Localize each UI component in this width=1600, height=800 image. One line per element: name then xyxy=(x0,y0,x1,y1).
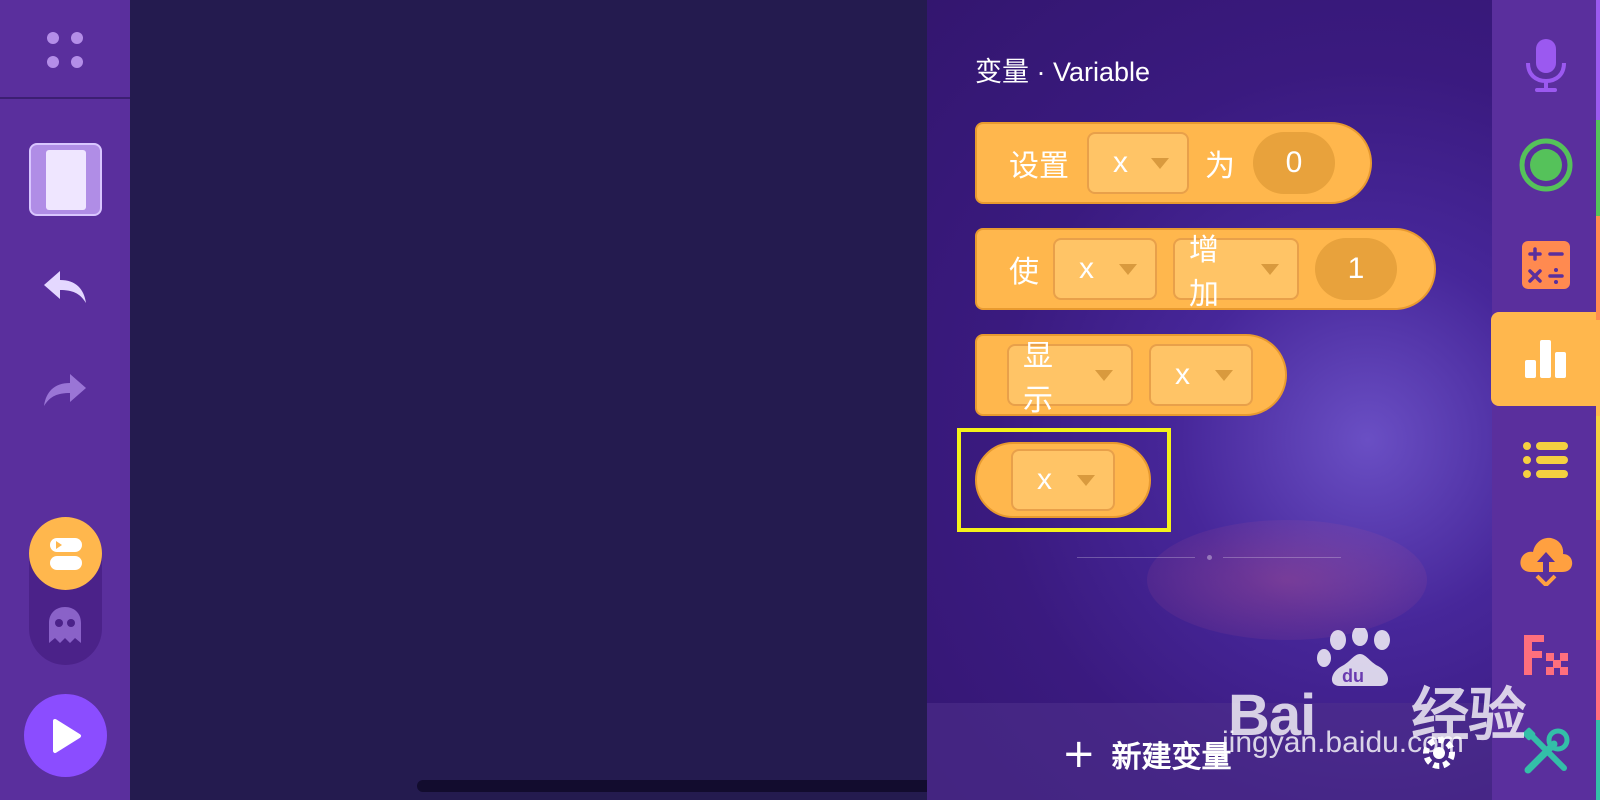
chevron-down-icon xyxy=(1095,369,1113,381)
show-mode-dropdown[interactable]: 显示 xyxy=(1007,340,1133,417)
run-button[interactable] xyxy=(24,694,107,777)
dropdown-value: x xyxy=(1037,463,1052,496)
separator-dot xyxy=(1206,554,1212,560)
change-variable-block[interactable]: 使 x 增加 1 xyxy=(975,228,1436,311)
operation-dropdown[interactable]: 增加 xyxy=(1173,234,1299,311)
category-functions[interactable] xyxy=(1492,608,1600,702)
chevron-down-icon xyxy=(1261,263,1279,275)
function-icon xyxy=(1524,635,1568,675)
section-separator xyxy=(1077,554,1341,560)
redo-icon[interactable] xyxy=(40,365,90,415)
new-variable-button[interactable]: + 新建变量 xyxy=(1062,731,1232,777)
separator-line xyxy=(1223,556,1341,558)
value-input[interactable]: 0 xyxy=(1253,132,1335,194)
category-operators[interactable] xyxy=(1492,218,1600,312)
chevron-down-icon xyxy=(1119,263,1137,275)
set-variable-block[interactable]: 设置 x 为 0 xyxy=(975,122,1372,204)
undo-icon[interactable] xyxy=(40,262,90,312)
show-variable-block[interactable]: 显示 x xyxy=(975,334,1287,417)
cloud-upload-icon xyxy=(1520,537,1573,586)
block-label: 使 xyxy=(1009,255,1039,290)
chevron-down-icon xyxy=(1215,369,1233,381)
variable-dropdown[interactable]: x xyxy=(1053,238,1157,300)
chevron-down-icon xyxy=(1077,474,1095,486)
block-palette: 变量 · Variable 设置 x 为 0 使 x 增加 1 显示 x x +… xyxy=(927,0,1492,800)
new-variable-label: 新建变量 xyxy=(1111,740,1232,775)
dropdown-value: 增加 xyxy=(1189,234,1219,311)
category-sound[interactable] xyxy=(1492,18,1600,112)
variable-reporter-block[interactable]: x xyxy=(975,442,1151,518)
stage-icon xyxy=(45,149,86,210)
category-cloud[interactable] xyxy=(1492,512,1600,606)
gear-icon[interactable] xyxy=(1419,733,1459,773)
block-label: 为 xyxy=(1205,149,1235,184)
block-label: 设置 xyxy=(1009,149,1069,184)
variables-icon xyxy=(1524,340,1566,378)
dropdown-value: x xyxy=(1079,252,1094,285)
list-icon xyxy=(1523,442,1568,478)
category-bar xyxy=(1491,0,1600,800)
toolbar-divider xyxy=(0,97,130,99)
value-input[interactable]: 1 xyxy=(1315,238,1397,300)
dropdown-value: 显示 xyxy=(1023,340,1053,417)
code-canvas[interactable] xyxy=(130,0,967,800)
ghost-sprite-icon[interactable] xyxy=(40,600,90,650)
category-tools[interactable] xyxy=(1492,705,1600,799)
sprite-code-icon[interactable] xyxy=(29,517,102,590)
variable-dropdown[interactable]: x xyxy=(1149,344,1253,406)
chevron-down-icon xyxy=(1151,157,1169,169)
tools-icon xyxy=(1522,727,1570,774)
record-icon xyxy=(1519,138,1573,192)
microphone-icon xyxy=(1526,39,1566,92)
category-lists[interactable] xyxy=(1492,413,1600,507)
category-events[interactable] xyxy=(1492,118,1600,212)
palette-title: 变量 · Variable xyxy=(975,57,1151,87)
palette-glow xyxy=(1147,520,1427,640)
plus-icon: + xyxy=(1062,731,1096,777)
canvas-scrollbar[interactable] xyxy=(417,780,967,792)
variable-dropdown[interactable]: x xyxy=(1087,132,1189,194)
operators-icon xyxy=(1522,241,1570,289)
left-toolbar xyxy=(0,0,130,800)
dropdown-value: x xyxy=(1113,146,1128,179)
dropdown-value: x xyxy=(1175,358,1190,391)
palette-footer: + 新建变量 xyxy=(927,703,1492,800)
play-icon xyxy=(52,718,81,753)
menu-grid-icon[interactable] xyxy=(40,25,90,75)
separator-line xyxy=(1077,556,1195,558)
variable-dropdown[interactable]: x xyxy=(1011,449,1115,511)
category-variables[interactable] xyxy=(1491,312,1600,406)
stage-toggle-button[interactable] xyxy=(29,143,102,216)
category-color-strip xyxy=(1596,0,1600,800)
